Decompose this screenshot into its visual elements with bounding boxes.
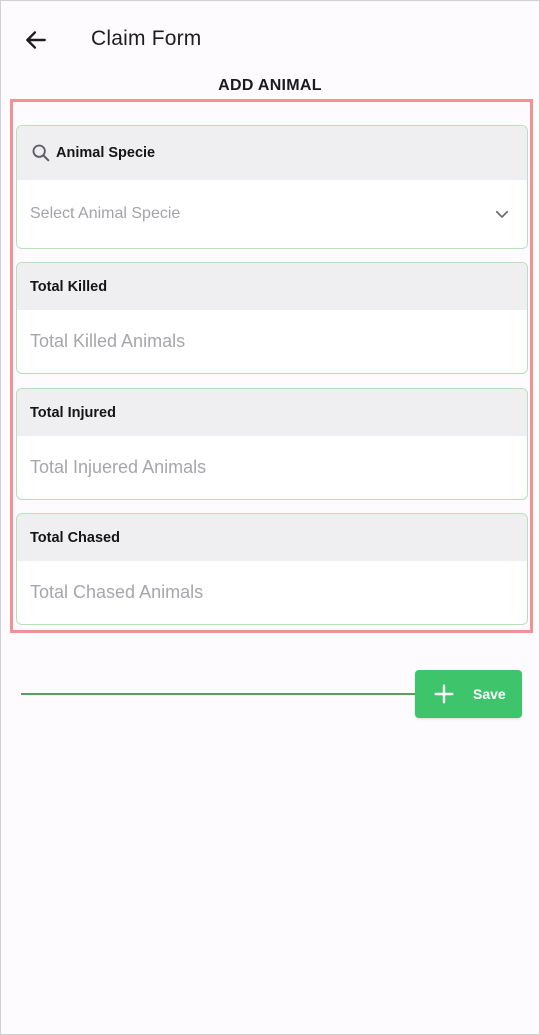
total-injured-label: Total Injured — [30, 404, 116, 421]
total-killed-field: Total Killed — [16, 262, 528, 374]
animal-specie-field: Animal Specie Select Animal Specie — [16, 125, 528, 249]
section-title: ADD ANIMAL — [218, 77, 322, 94]
total-chased-field: Total Chased — [16, 513, 528, 625]
total-injured-input-wrap — [17, 436, 527, 499]
total-injured-input[interactable] — [30, 457, 511, 478]
claim-form-screen: Claim Form ADD ANIMAL Animal Specie Sele… — [0, 0, 540, 1035]
save-button[interactable]: Save — [415, 670, 522, 718]
total-injured-header: Total Injured — [17, 389, 527, 436]
animal-form-group: Animal Specie Select Animal Specie Total… — [10, 99, 533, 633]
arrow-left-icon — [26, 31, 46, 49]
total-injured-field: Total Injured — [16, 388, 528, 500]
page-title: Claim Form — [91, 27, 202, 50]
total-killed-label: Total Killed — [30, 278, 108, 295]
animal-specie-select[interactable]: Select Animal Specie — [17, 180, 527, 248]
top-bar: Claim Form — [1, 1, 539, 77]
chevron-down-icon — [495, 210, 509, 218]
animal-specie-label: Animal Specie — [56, 145, 156, 161]
total-killed-header: Total Killed — [17, 263, 527, 310]
total-chased-label: Total Chased — [30, 529, 120, 546]
animal-specie-placeholder: Select Animal Specie — [30, 205, 181, 222]
divider-line — [21, 693, 421, 695]
total-chased-input-wrap — [17, 561, 527, 624]
total-chased-header: Total Chased — [17, 514, 527, 561]
plus-icon — [433, 683, 455, 705]
total-killed-input-wrap — [17, 310, 527, 373]
total-killed-input[interactable] — [30, 331, 511, 352]
animal-specie-header: Animal Specie — [17, 126, 527, 180]
search-icon — [30, 142, 52, 164]
back-button[interactable] — [19, 23, 53, 57]
save-button-label: Save — [473, 686, 506, 702]
total-chased-input[interactable] — [30, 582, 511, 603]
